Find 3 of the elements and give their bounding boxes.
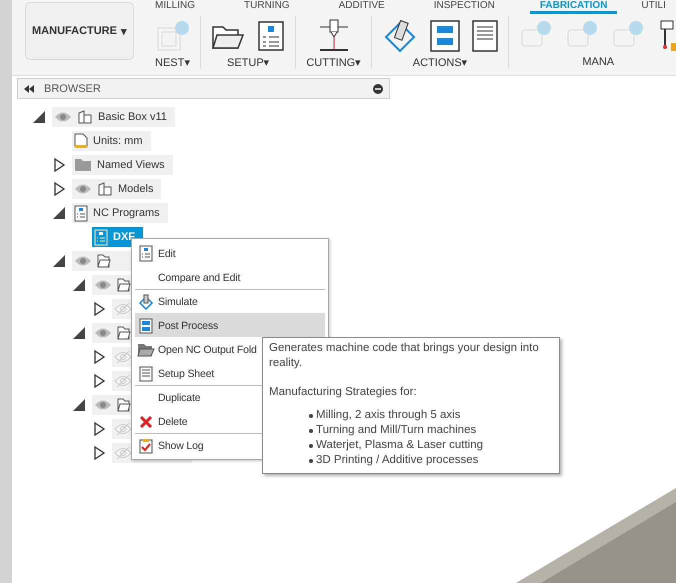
tooltip-description: Generates machine code that brings your design into reality. [269, 341, 540, 371]
browser-title: BROWSER [44, 82, 102, 94]
tooltip-bullet: Milling, 2 axis through 5 axis [316, 408, 460, 423]
